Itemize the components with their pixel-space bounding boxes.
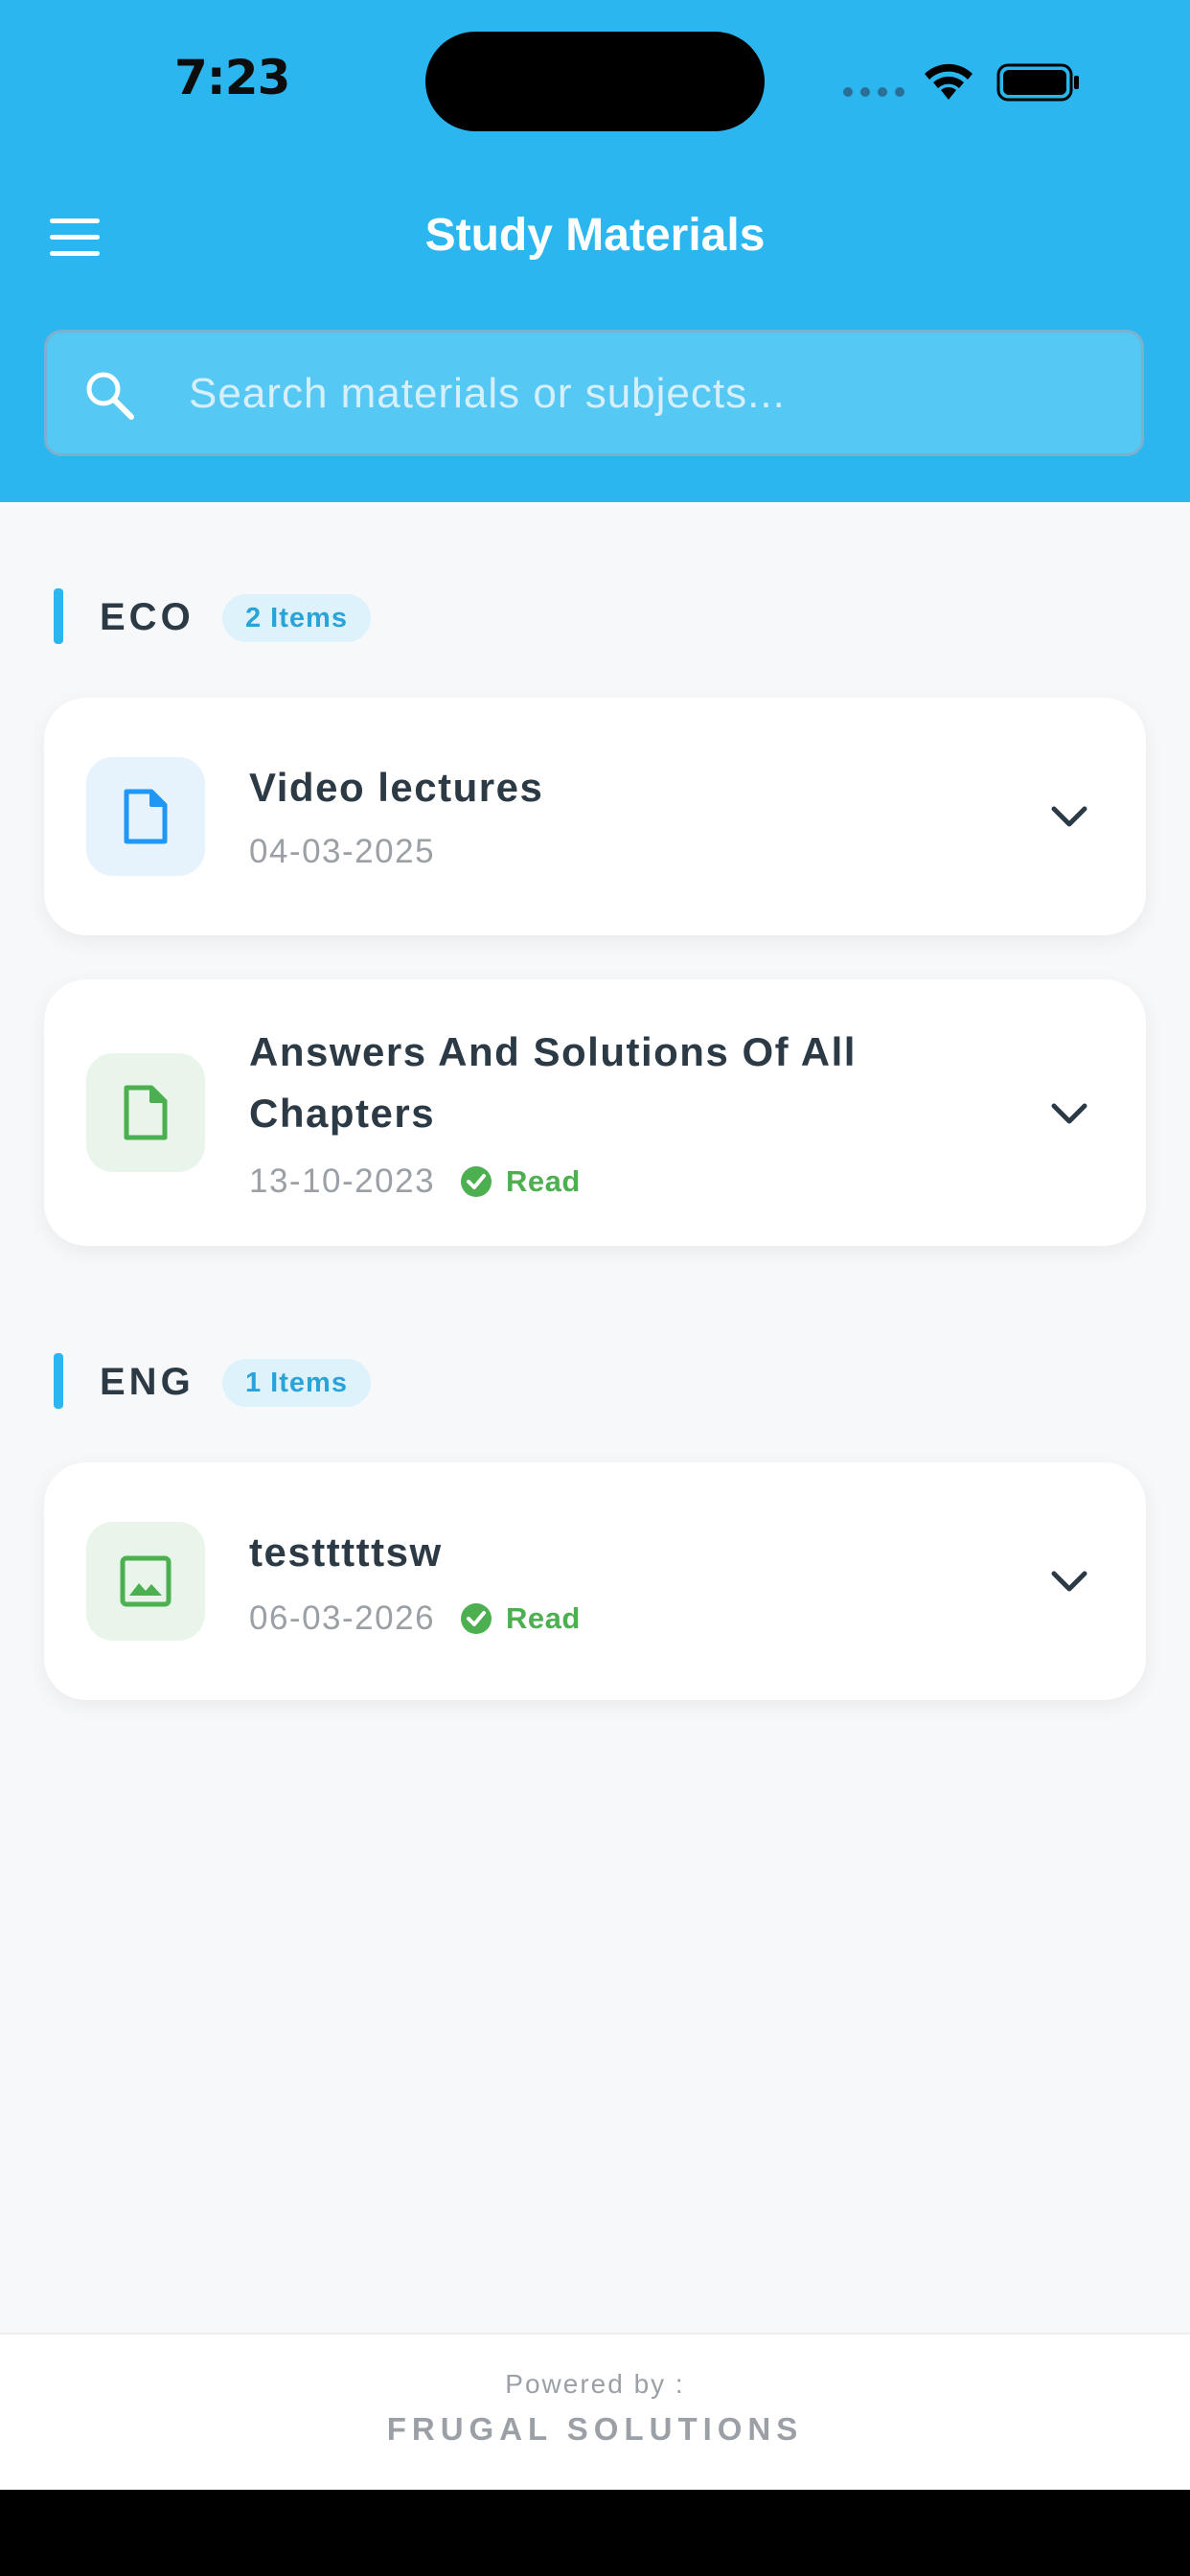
material-meta: 04-03-2025	[249, 828, 435, 876]
dynamic-island	[425, 32, 765, 131]
section-header-eco: ECO 2 Items	[0, 588, 1190, 646]
chevron-down-icon[interactable]	[1050, 1570, 1088, 1595]
material-date: 04-03-2025	[249, 833, 436, 870]
material-card[interactable]: Answers And Solutions Of All Chapters 13…	[44, 979, 1146, 1246]
page-title: Study Materials	[424, 210, 766, 261]
home-indicator-bar	[0, 2490, 1190, 2576]
section-count-badge: 1 Items	[222, 1359, 371, 1407]
material-date: 06-03-2026	[249, 1599, 436, 1637]
section-header-eng: ENG 1 Items	[0, 1353, 1190, 1411]
read-status: Read	[460, 1601, 581, 1636]
material-title: Answers And Solutions Of All Chapters	[249, 1029, 857, 1136]
read-label: Read	[506, 1601, 581, 1635]
material-title: Video lectures	[249, 765, 544, 810]
chevron-down-icon[interactable]	[1050, 805, 1088, 830]
check-circle-icon	[461, 1166, 492, 1197]
battery-icon	[996, 63, 1079, 102]
document-icon	[86, 1053, 205, 1172]
material-card[interactable]: Video lectures 04-03-2025	[44, 698, 1146, 935]
chevron-down-icon[interactable]	[1050, 1102, 1088, 1127]
signal-icon	[843, 87, 904, 97]
section-accent-bar	[54, 1353, 63, 1409]
material-meta: 13-10-2023 Read	[249, 1158, 581, 1206]
status-time: 7:23	[174, 50, 290, 105]
material-title: testttttsw	[249, 1530, 443, 1575]
app-header: 7:23 Study Materials	[0, 0, 1190, 502]
material-date: 13-10-2023	[249, 1162, 436, 1200]
read-label: Read	[506, 1164, 581, 1198]
document-icon	[86, 757, 205, 876]
search-icon	[86, 372, 134, 420]
section-title: ECO	[100, 596, 195, 638]
section-count-badge: 2 Items	[222, 594, 371, 642]
section-accent-bar	[54, 588, 63, 644]
company-name: FRUGAL SOLUTIONS	[386, 2411, 804, 2447]
section-title: ENG	[100, 1361, 195, 1403]
powered-by-label: Powered by :	[505, 2369, 685, 2399]
wifi-icon	[925, 63, 973, 100]
material-card[interactable]: testttttsw 06-03-2026 Read	[44, 1462, 1146, 1700]
search-bar[interactable]	[44, 330, 1144, 456]
footer: Powered by : FRUGAL SOLUTIONS	[0, 2333, 1190, 2490]
check-circle-icon	[461, 1603, 492, 1634]
read-status: Read	[460, 1164, 581, 1199]
material-meta: 06-03-2026 Read	[249, 1595, 581, 1643]
search-input[interactable]	[187, 359, 1110, 428]
image-icon	[86, 1522, 205, 1641]
